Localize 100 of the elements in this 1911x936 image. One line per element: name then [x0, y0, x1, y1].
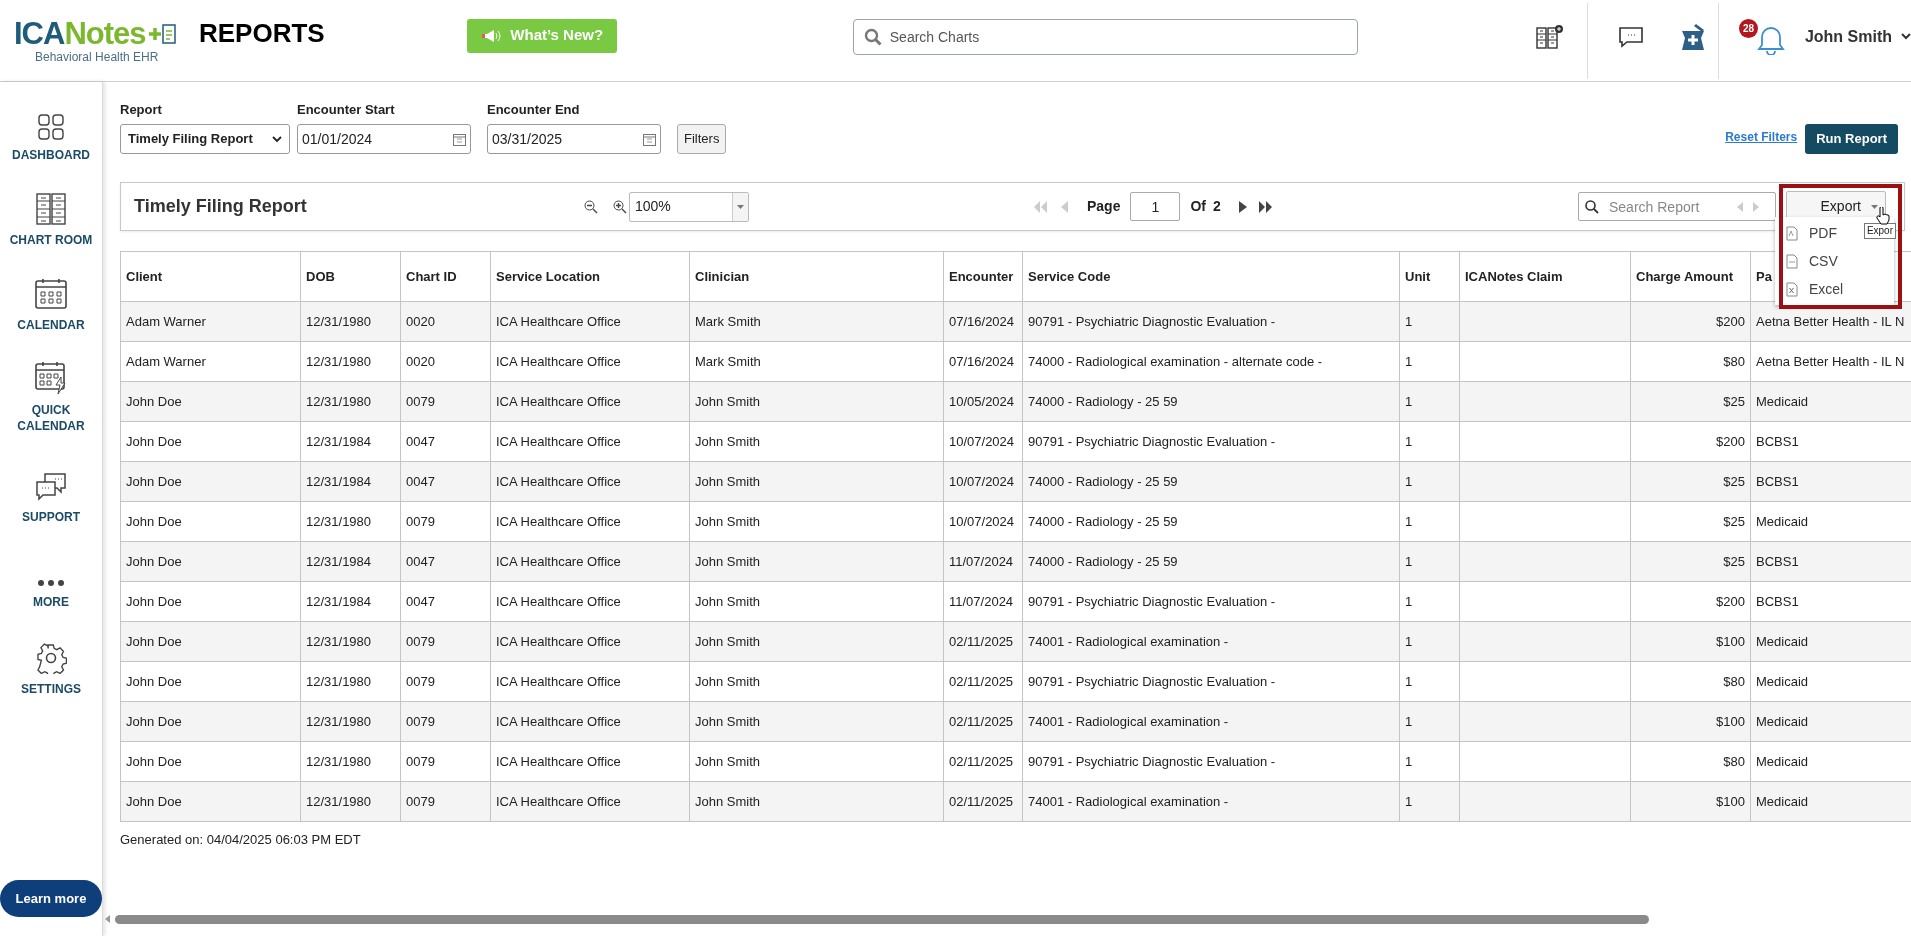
sidebar-item[interactable]: SETTINGS — [3, 642, 99, 697]
table-cell: 10/07/2024 — [943, 421, 1023, 462]
zoom-out-button[interactable] — [584, 199, 598, 214]
table-cell: John Smith — [689, 541, 944, 582]
caret-down-icon — [1871, 204, 1878, 209]
table-cell: 1 — [1399, 381, 1460, 422]
reset-filters-link[interactable]: Reset Filters — [1725, 128, 1798, 146]
search-report-input[interactable]: Search Report — [1609, 193, 1727, 220]
table-cell: $25 — [1630, 501, 1751, 542]
table-cell: 90791 - Psychiatric Diagnostic Evaluation - — [1022, 301, 1400, 342]
table-cell: $25 — [1630, 541, 1751, 582]
page-label: Page — [1087, 197, 1121, 216]
table-cell: ICA Healthcare Office — [490, 461, 690, 502]
sidebar-item[interactable]: CALENDAR — [3, 278, 99, 333]
notification-count: 28 — [1739, 18, 1759, 38]
table-cell: ICA Healthcare Office — [490, 741, 690, 782]
table-cell: John Smith — [689, 421, 944, 462]
table-cell: $100 — [1630, 781, 1751, 822]
table-cell: 1 — [1399, 341, 1460, 382]
mortar-plus-icon — [1680, 22, 1707, 51]
table-cell: 0079 — [400, 381, 491, 422]
chat-bubbles-icon — [35, 472, 67, 502]
table-cell: $80 — [1630, 341, 1751, 382]
column-header: Service Location — [490, 251, 690, 302]
user-menu[interactable]: John Smith — [1804, 24, 1911, 49]
table-cell: John Smith — [689, 621, 944, 662]
export-menu-item[interactable]: Excel — [1775, 275, 1894, 303]
caret-down-icon — [737, 204, 744, 209]
table-cell: 12/31/1980 — [300, 661, 401, 702]
date-field[interactable]: 01/01/2024 — [297, 124, 471, 154]
sidebar-item[interactable]: QUICK CALENDAR — [3, 361, 99, 434]
table-cell: John Doe — [120, 421, 301, 462]
filters-button[interactable]: Filters — [677, 124, 727, 154]
sidebar-item[interactable]: DASHBOARD — [3, 114, 99, 163]
table-cell: 74001 - Radiological examination - — [1022, 781, 1400, 822]
more-icon — [37, 579, 65, 587]
sidebar-item[interactable]: CHART ROOM — [3, 193, 99, 248]
table-cell: 74000 - Radiology - 25 59 — [1022, 381, 1400, 422]
date-input[interactable]: 03/31/2025 — [492, 125, 632, 153]
table-cell: John Doe — [120, 621, 301, 662]
table-cell: ICA Healthcare Office — [490, 661, 690, 702]
table-cell: 11/07/2024 — [943, 541, 1023, 582]
table-cell: 10/07/2024 — [943, 501, 1023, 542]
pdf-file-icon — [1786, 225, 1798, 241]
column-header: DOB — [300, 251, 401, 302]
table-cell: Adam Warner — [120, 341, 301, 382]
table-cell: John Smith — [689, 701, 944, 742]
table-cell: 10/05/2024 — [943, 381, 1023, 422]
cabinet-icon — [36, 193, 66, 225]
table-cell: 90791 - Psychiatric Diagnostic Evaluation - — [1022, 741, 1400, 782]
table-cell: 02/11/2025 — [943, 781, 1023, 822]
page-input[interactable]: 1 — [1130, 192, 1181, 221]
table-cell: 10/07/2024 — [943, 461, 1023, 502]
table-cell: John Doe — [120, 741, 301, 782]
table-cell: Mark Smith — [689, 341, 944, 382]
table-cell: 0079 — [400, 501, 491, 542]
table-cell: Mark Smith — [689, 301, 944, 342]
search-report-field[interactable]: Search Report — [1578, 192, 1776, 221]
sidebar-item[interactable]: SUPPORT — [3, 472, 99, 525]
table-cell: John Doe — [120, 461, 301, 502]
column-header: Chart ID — [400, 251, 491, 302]
column-header: Unit — [1399, 251, 1460, 302]
table-cell: 74000 - Radiological examination - alternate code - — [1022, 341, 1400, 382]
table-cell: 07/16/2024 — [943, 341, 1023, 382]
zoom-in-button[interactable] — [613, 199, 627, 214]
sidebar-item[interactable]: MORE — [3, 579, 99, 610]
column-header: Encounter — [943, 251, 1023, 302]
settings-icon — [35, 642, 67, 674]
next-page-button[interactable] — [1238, 200, 1247, 213]
table-cell: $100 — [1630, 621, 1751, 662]
date-input[interactable]: 01/01/2024 — [302, 125, 442, 153]
table-cell: ICA Healthcare Office — [490, 581, 690, 622]
zoom-select[interactable]: 100% — [629, 191, 749, 222]
report-title: Timely Filing Report — [134, 195, 308, 218]
arrow-right-icon — [1753, 201, 1759, 212]
table-cell: 0020 — [400, 301, 491, 342]
field-label: Encounter Start — [297, 102, 396, 118]
table-cell: 74000 - Radiology - 25 59 — [1022, 461, 1400, 502]
search-icon — [1585, 199, 1599, 214]
table-cell: 0047 — [400, 461, 491, 502]
table-cell: 0079 — [400, 781, 491, 822]
pharmacy-button[interactable] — [1680, 22, 1707, 51]
arrow-left-icon — [1737, 201, 1743, 212]
last-page-button[interactable] — [1258, 200, 1272, 213]
report-select[interactable]: Timely Filing Report — [120, 124, 290, 154]
learn-more-button[interactable]: Learn more — [0, 880, 102, 917]
chat-button[interactable] — [1618, 25, 1645, 48]
calendar-icon — [35, 278, 67, 310]
table-cell: 1 — [1399, 581, 1460, 622]
notifications-button[interactable]: 28 — [1739, 18, 1786, 55]
table-cell: 90791 - Psychiatric Diagnostic Evaluation - — [1022, 581, 1400, 622]
table-cell: John Smith — [689, 741, 944, 782]
table-cell: 0079 — [400, 701, 491, 742]
date-field[interactable]: 03/31/2025 — [487, 124, 661, 154]
table-cell: 1 — [1399, 301, 1460, 342]
column-header: Client — [120, 251, 301, 302]
table-cell: 74000 - Radiology - 25 59 — [1022, 501, 1400, 542]
calendar-icon — [643, 132, 656, 146]
run-report-button[interactable]: Run Report — [1805, 124, 1898, 154]
export-menu-item[interactable]: CSV — [1775, 247, 1894, 275]
